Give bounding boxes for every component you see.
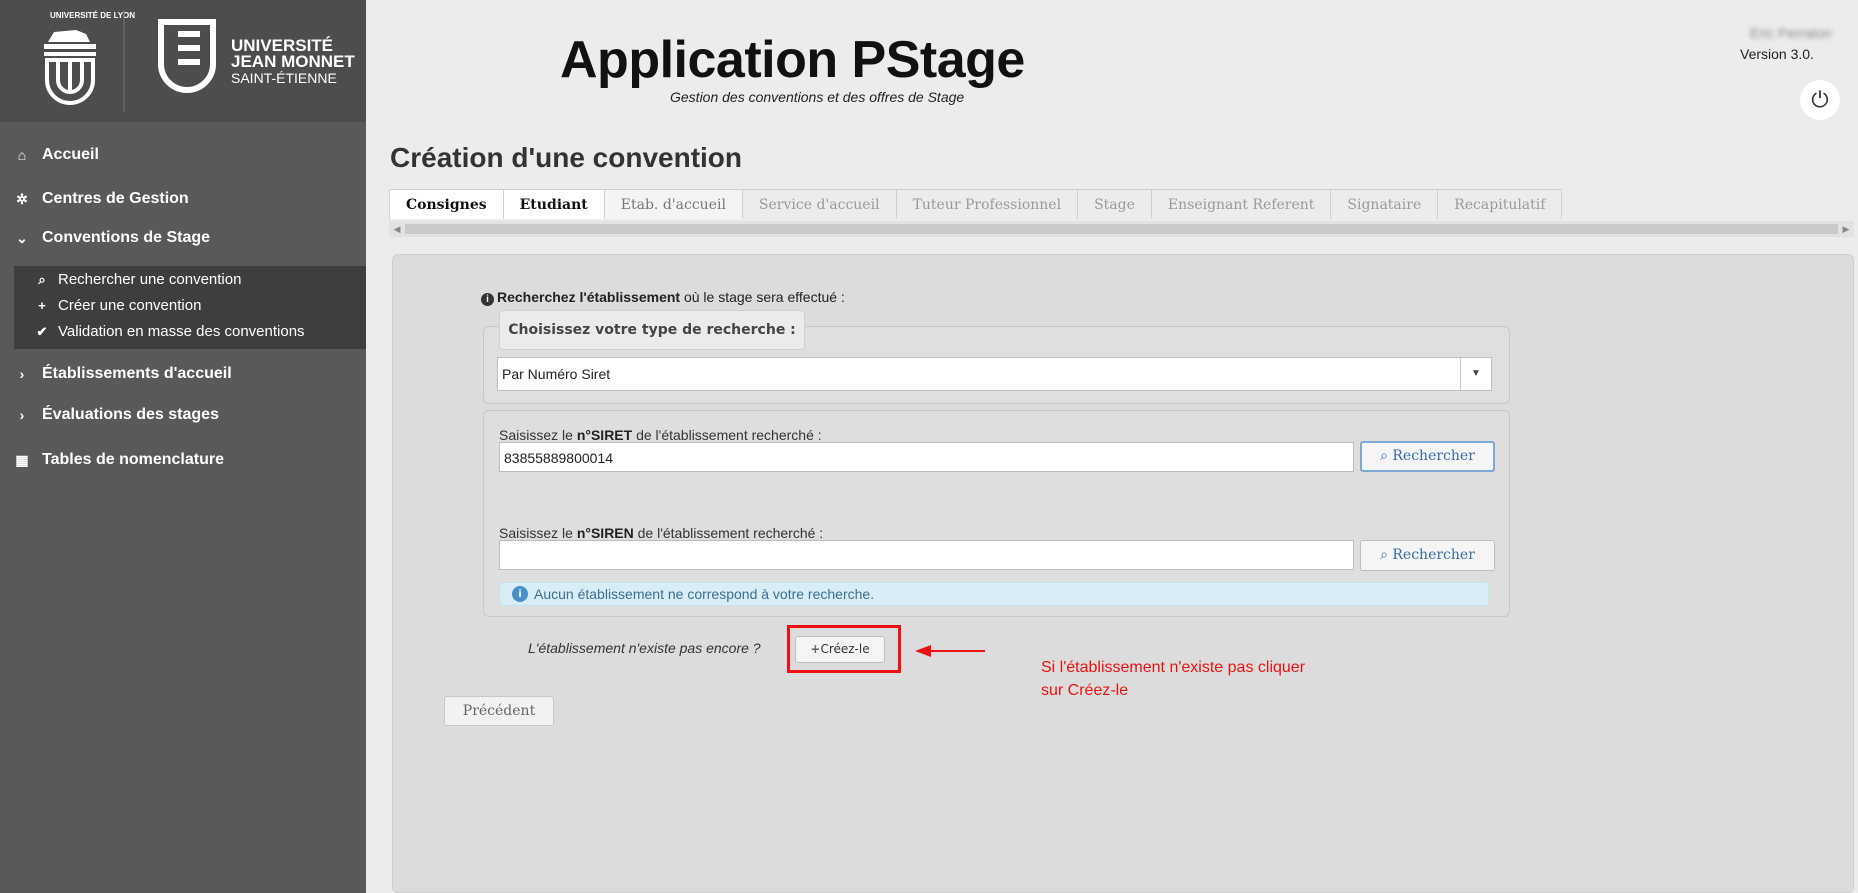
plus-icon: + xyxy=(38,298,46,313)
info-icon: i xyxy=(512,586,528,602)
wizard-tabs: Consignes Etudiant Etab. d'accueil Servi… xyxy=(389,189,1563,219)
app-title: Application PStage xyxy=(560,31,1025,89)
page-title: Création d'une convention xyxy=(390,142,743,173)
gear-icon: ✲ xyxy=(16,190,28,207)
chevron-right-icon: › xyxy=(19,407,25,423)
sidebar-item-centres-gestion[interactable]: ✲ Centres de Gestion xyxy=(12,190,189,208)
sidebar-item-etablissements[interactable]: › Établissements d'accueil xyxy=(12,365,232,383)
app-subtitle: Gestion des conventions et des offres de… xyxy=(670,89,965,105)
sidebar-subitem-creer[interactable]: + Créer une convention xyxy=(34,297,201,314)
logout-button[interactable]: ⏻ xyxy=(1800,80,1840,120)
tab-service-accueil[interactable]: Service d'accueil xyxy=(741,189,897,219)
sidebar-submenu: ⌕ Rechercher une convention + Créer une … xyxy=(14,266,366,349)
search-icon: ⌕ xyxy=(1380,547,1393,563)
tab-tuteur-professionnel[interactable]: Tuteur Professionnel xyxy=(895,189,1079,219)
university-logo-area: UNIVERSITÉ DE LYON UNIVERSITÉ JEAN MONNE… xyxy=(0,0,366,122)
tab-etudiant[interactable]: Etudiant xyxy=(502,189,605,219)
sidebar-item-conventions-stage[interactable]: ⌄ Conventions de Stage xyxy=(12,229,210,247)
tab-signataire[interactable]: Signataire xyxy=(1330,189,1439,219)
tab-enseignant-referent[interactable]: Enseignant Referent xyxy=(1150,189,1332,219)
sidebar-subitem-validation[interactable]: ✔ Validation en masse des conventions xyxy=(34,323,305,340)
scroll-left-icon[interactable]: ◀ xyxy=(389,221,405,237)
user-name: Eric Perraton xyxy=(1750,25,1832,41)
table-icon: ▦ xyxy=(15,451,29,468)
previous-button[interactable]: Précédent xyxy=(444,696,554,726)
sidebar-item-tables-nomenclature[interactable]: ▦ Tables de nomenclature xyxy=(12,451,224,469)
chevron-right-icon: › xyxy=(19,366,25,382)
sidebar-item-evaluations[interactable]: › Évaluations des stages xyxy=(12,406,219,424)
tabs-scrollbar[interactable]: ◀ ▶ xyxy=(389,221,1854,237)
svg-text:UNIVERSITÉ DE LYON: UNIVERSITÉ DE LYON xyxy=(50,11,135,20)
search-siret-button[interactable]: ⌕ Rechercher xyxy=(1360,441,1495,472)
ujm-logo-text: UNIVERSITÉ JEAN MONNET SAINT-ÉTIENNE xyxy=(231,36,355,86)
siren-label: Saisissez le n°SIREN de l'établissement … xyxy=(499,525,824,541)
chevron-down-icon: ⌄ xyxy=(16,229,28,246)
siren-input[interactable] xyxy=(499,540,1354,570)
search-icon: ⌕ xyxy=(38,271,46,287)
search-type-select[interactable]: Par Numéro Siret ▼ xyxy=(497,357,1492,391)
annotation-arrow-icon xyxy=(915,645,985,657)
tab-stage[interactable]: Stage xyxy=(1077,189,1152,219)
search-siren-button[interactable]: ⌕ Rechercher xyxy=(1360,540,1495,571)
sidebar: UNIVERSITÉ DE LYON UNIVERSITÉ JEAN MONNE… xyxy=(0,0,366,893)
scrollbar-thumb[interactable] xyxy=(405,224,1838,234)
highlight-box xyxy=(787,625,901,673)
not-exist-text: L'établissement n'existe pas encore ? xyxy=(528,640,761,656)
no-result-alert: i Aucun établissement ne correspond à vo… xyxy=(499,582,1489,606)
info-circle-icon: i xyxy=(481,293,494,306)
sidebar-item-accueil[interactable]: ⌂ Accueil xyxy=(12,146,99,164)
annotation-text: Si l'établissement n'existe pas cliquer … xyxy=(1041,659,1306,699)
search-type-legend: Choisissez votre type de recherche : xyxy=(499,310,805,350)
siret-input[interactable]: 83855889800014 xyxy=(499,442,1354,472)
search-icon: ⌕ xyxy=(1380,448,1393,464)
home-icon: ⌂ xyxy=(17,147,27,163)
tab-etab-accueil[interactable]: Etab. d'accueil xyxy=(603,189,743,219)
siret-label: Saisissez le n°SIRET de l'établissement … xyxy=(499,427,822,443)
tab-consignes[interactable]: Consignes xyxy=(389,189,504,219)
power-icon: ⏻ xyxy=(1811,87,1829,112)
check-icon: ✔ xyxy=(36,323,48,339)
scroll-right-icon[interactable]: ▶ xyxy=(1838,221,1854,237)
chevron-down-icon: ▼ xyxy=(1460,358,1491,390)
sidebar-subitem-rechercher[interactable]: ⌕ Rechercher une convention xyxy=(34,271,241,288)
search-intro: i Recherchez l'établissement où le stage … xyxy=(481,289,845,306)
tab-recapitulatif[interactable]: Recapitulatif xyxy=(1437,189,1563,219)
app-version: Version 3.0. xyxy=(1740,46,1814,62)
